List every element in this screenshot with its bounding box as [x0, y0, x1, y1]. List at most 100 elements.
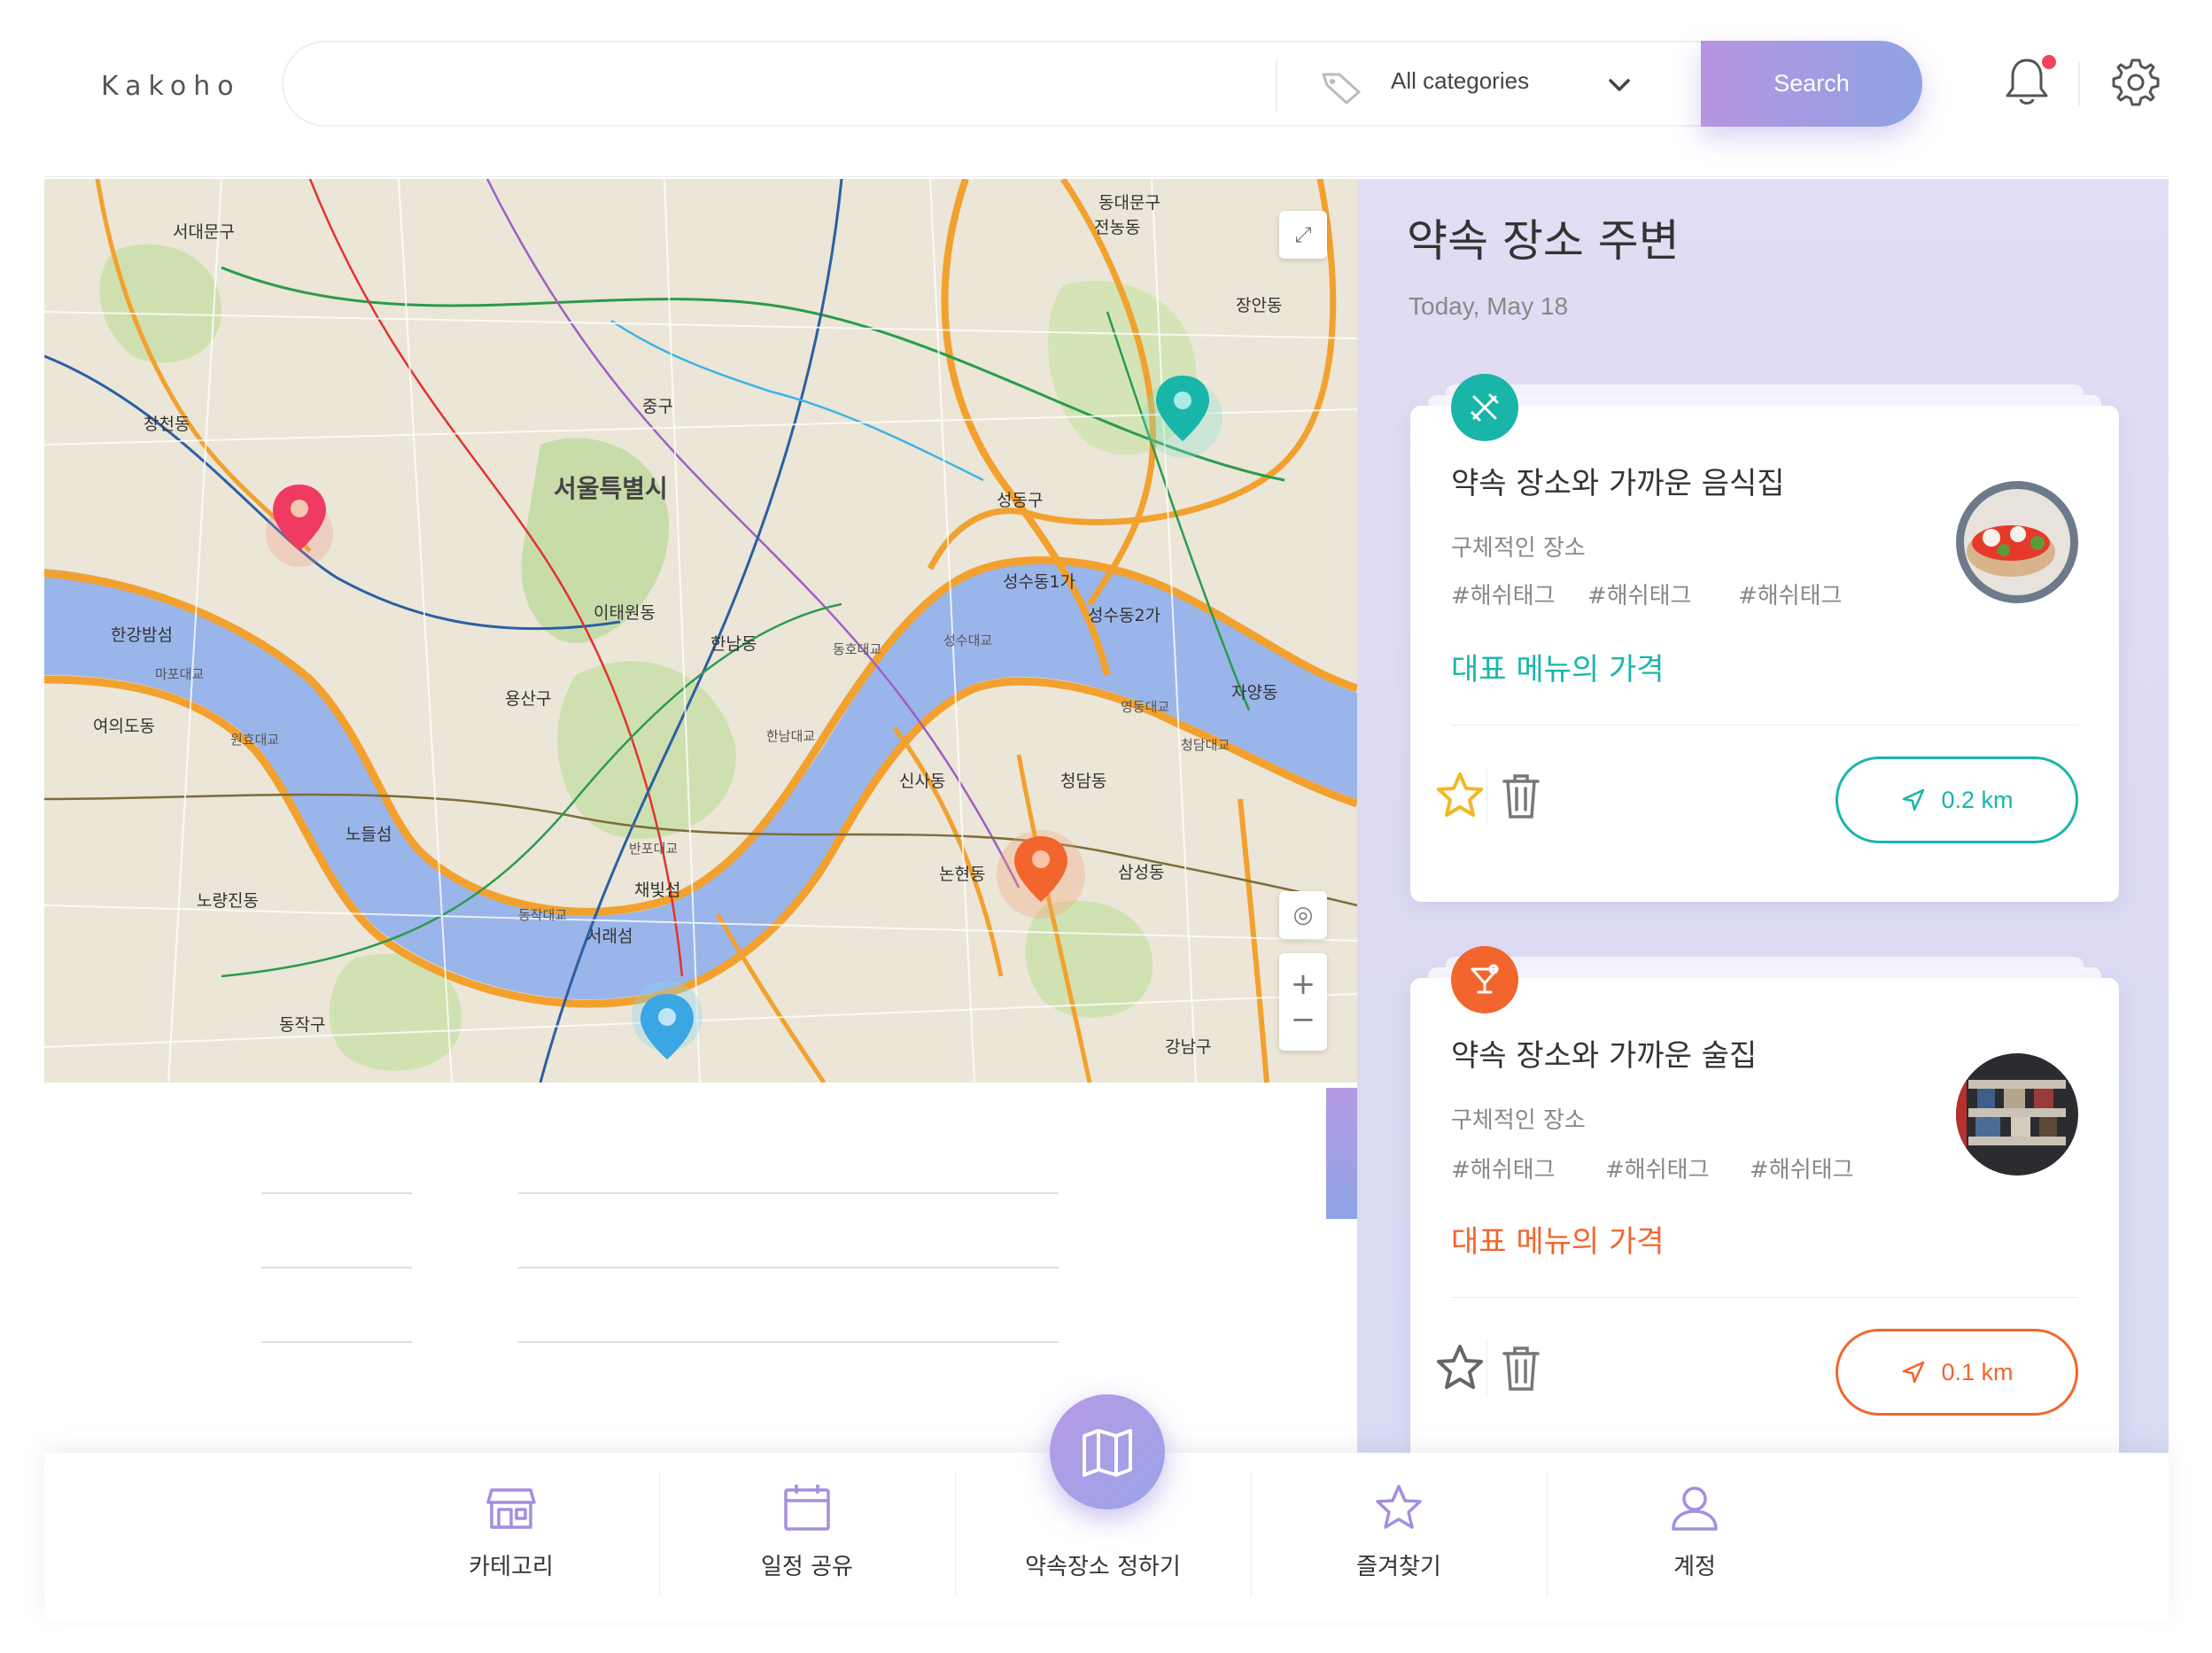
place-card[interactable]: 약속 장소와 가까운 음식집 구체적인 장소 #해쉬태그 #해쉬태그 #해쉬태그… — [1410, 406, 2119, 902]
map-label: 용산구 — [505, 689, 552, 709]
map-label: 노들섬 — [345, 825, 392, 844]
zoom-in-button[interactable]: + — [1291, 966, 1316, 1002]
trash-icon[interactable] — [1499, 769, 1543, 822]
divider — [1276, 58, 1277, 112]
map-label: 한남동 — [710, 634, 757, 654]
notification-dot — [2042, 55, 2056, 69]
distance-label: 0.2 km — [1941, 786, 2014, 813]
card-photo — [1956, 1053, 2078, 1176]
navigation-arrow-icon — [1903, 1361, 1925, 1384]
distance-label: 0.1 km — [1941, 1358, 2014, 1385]
card-tag[interactable]: #해쉬태그 — [1605, 1152, 1709, 1184]
map-label: 마포대교 — [155, 666, 205, 682]
divider — [518, 1267, 1059, 1269]
map-label: 장안동 — [1236, 296, 1283, 315]
map-label: 청담대교 — [1181, 737, 1230, 753]
map-label: 서대문구 — [173, 222, 235, 242]
panel-date: Today, May 18 — [1409, 292, 1569, 320]
card-title: 약속 장소와 가까운 술집 — [1451, 1038, 1758, 1074]
nav-item-favorites[interactable]: 즐겨찾기 — [1251, 1453, 1547, 1619]
map-label: 중구 — [642, 397, 673, 416]
map-label: 청담동 — [1060, 772, 1107, 791]
place-card[interactable]: 약속 장소와 가까운 술집 구체적인 장소 #해쉬태그 #해쉬태그 #해쉬태그 … — [1410, 978, 2119, 1474]
nav-label: 일정 공유 — [761, 1554, 853, 1580]
user-icon — [1672, 1486, 1718, 1531]
map-label: 서울특별시 — [554, 474, 668, 503]
star-icon[interactable] — [1433, 1341, 1486, 1394]
search-button[interactable]: Search — [1701, 41, 1922, 127]
map-icon — [1083, 1429, 1132, 1477]
nav-item-category[interactable]: 카테고리 — [363, 1453, 659, 1619]
distance-button[interactable]: 0.2 km — [1836, 757, 2078, 843]
search-input[interactable] — [319, 60, 1222, 110]
card-subtitle: 구체적인 장소 — [1451, 1107, 1586, 1134]
card-price: 대표 메뉴의 가격 — [1451, 652, 1665, 687]
trash-icon[interactable] — [1499, 1341, 1543, 1394]
map-label: 동작대교 — [518, 907, 568, 923]
map-label: 노량진동 — [197, 891, 259, 911]
map-label: 전농동 — [1094, 218, 1141, 237]
map-label: 반포대교 — [629, 841, 679, 857]
map-label: 신사동 — [899, 772, 946, 791]
gear-icon[interactable] — [2110, 57, 2162, 108]
zoom-out-button[interactable]: − — [1291, 1002, 1316, 1037]
map-pin-orange — [997, 830, 1085, 919]
locate-button[interactable]: ◎ — [1279, 891, 1327, 939]
chevron-down-icon[interactable] — [1603, 69, 1635, 101]
category-select[interactable]: All categories — [1391, 67, 1529, 95]
map-label: 성수동1가 — [1003, 572, 1076, 592]
map-label: 자양동 — [1231, 683, 1278, 702]
divider — [1486, 769, 1487, 824]
card-price: 대표 메뉴의 가격 — [1451, 1224, 1665, 1260]
map-label: 동호대교 — [833, 641, 882, 657]
meeting-place-button[interactable] — [1050, 1394, 1165, 1509]
map-canvas[interactable] — [44, 179, 1357, 1083]
card-tag[interactable]: #해쉬태그 — [1587, 578, 1691, 610]
card-tag[interactable]: #해쉬태그 — [1750, 1152, 1853, 1184]
map-label: 동대문구 — [1098, 193, 1160, 213]
tag-icon — [1322, 73, 1361, 105]
nav-label: 즐겨찾기 — [1356, 1554, 1441, 1580]
map-label: 한강밤섬 — [111, 625, 173, 645]
cocktail-icon — [1451, 946, 1518, 1013]
nav-label: 약속장소 정하기 — [1025, 1554, 1181, 1580]
card-divider — [1451, 725, 2078, 726]
navigation-arrow-icon — [1903, 788, 1925, 811]
nav-item-account[interactable]: 계정 — [1547, 1453, 1843, 1619]
nav-label: 카테고리 — [469, 1554, 554, 1580]
map-label: 성수대교 — [943, 632, 993, 648]
divider — [261, 1192, 412, 1194]
fullscreen-button[interactable]: ⤢ — [1279, 211, 1327, 259]
map-label: 동작구 — [279, 1015, 326, 1035]
divider — [518, 1192, 1059, 1194]
divider — [261, 1267, 412, 1269]
panel-handle[interactable] — [1326, 1088, 1357, 1219]
nearby-panel: 약속 장소 주변 Today, May 18 약속 장소와 가까운 음식집 구체… — [1357, 179, 2169, 1474]
distance-button[interactable]: 0.1 km — [1836, 1329, 2078, 1416]
card-tag[interactable]: #해쉬태그 — [1451, 1152, 1555, 1184]
card-tag[interactable]: #해쉬태그 — [1738, 578, 1842, 610]
nav-item-schedule[interactable]: 일정 공유 — [659, 1453, 955, 1619]
map-label: 원효대교 — [230, 732, 280, 748]
card-title: 약속 장소와 가까운 음식집 — [1451, 466, 1785, 501]
header: Kakoho All categories Search — [44, 0, 2169, 177]
card-tag[interactable]: #해쉬태그 — [1451, 578, 1555, 610]
map-view[interactable]: 서울특별시 서대문구 창천동 용산구 중구 이태원동 한남동 신사동 청담동 삼… — [44, 179, 1357, 1083]
divider — [518, 1341, 1059, 1343]
panel-title: 약속 장소 주변 — [1407, 215, 1680, 267]
nav-label: 계정 — [1673, 1554, 1716, 1580]
map-label: 성동구 — [997, 491, 1044, 510]
map-label: 창천동 — [144, 415, 190, 434]
map-label: 영동대교 — [1121, 699, 1170, 715]
store-icon — [486, 1488, 536, 1529]
map-label: 강남구 — [1165, 1037, 1212, 1057]
card-divider — [1451, 1297, 2078, 1298]
star-icon — [1376, 1485, 1422, 1529]
map-label: 삼성동 — [1118, 863, 1165, 882]
calendar-icon — [784, 1485, 830, 1531]
zoom-control: + − — [1279, 953, 1327, 1051]
map-label: 여의도동 — [93, 717, 155, 736]
app-logo[interactable]: Kakoho — [101, 71, 241, 102]
divider — [2078, 62, 2080, 106]
star-icon[interactable] — [1433, 769, 1486, 822]
